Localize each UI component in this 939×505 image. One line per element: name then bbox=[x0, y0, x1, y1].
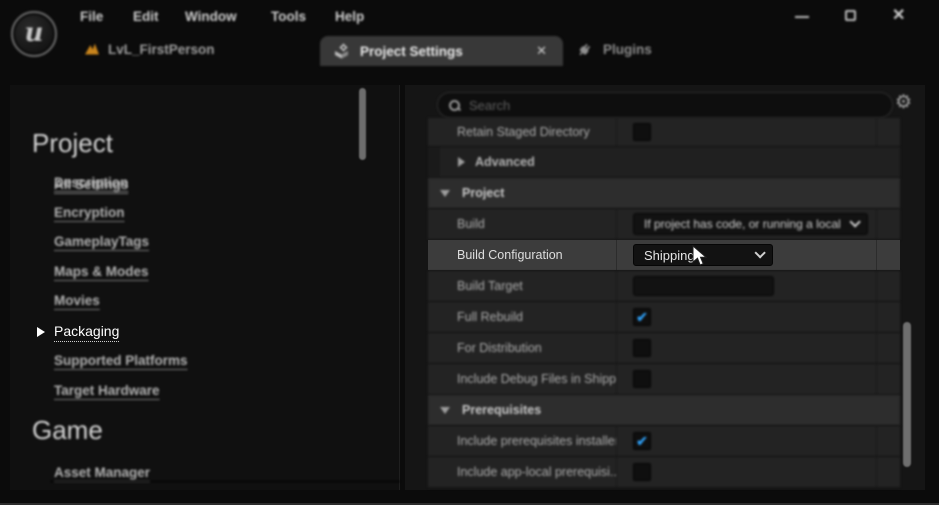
sidebar-item-maps-modes[interactable]: Maps & Modes bbox=[54, 264, 149, 279]
tab-project-settings[interactable]: Project Settings ✕ bbox=[320, 36, 563, 66]
sidebar-item-description[interactable]: Description bbox=[54, 175, 128, 190]
advanced-expand-arrow-icon[interactable] bbox=[458, 157, 465, 167]
section-header-label: Project bbox=[462, 186, 504, 200]
menu-tools[interactable]: Tools bbox=[271, 9, 306, 24]
row-label: Retain Staged Directory bbox=[428, 118, 617, 146]
settings-gear-icon[interactable]: ⚙ bbox=[895, 91, 912, 114]
search-input[interactable] bbox=[469, 98, 849, 113]
row-full-rebuild[interactable]: Full Rebuild ✔ bbox=[428, 302, 900, 333]
row-label: Include Debug Files in Shipp... bbox=[428, 364, 617, 394]
prereq-installer-checkbox[interactable]: ✔ bbox=[633, 432, 651, 450]
search-icon bbox=[449, 100, 460, 111]
maximize-button-icon[interactable] bbox=[845, 10, 856, 21]
tab-plugins[interactable]: Plugins bbox=[576, 40, 652, 58]
unreal-logo-icon[interactable]: u bbox=[11, 11, 57, 57]
plugins-tab-label: Plugins bbox=[603, 42, 652, 57]
row-build[interactable]: Build If project has code, or running a … bbox=[428, 209, 900, 240]
sidebar-divider bbox=[50, 480, 400, 483]
packaging-selected-arrow-icon bbox=[37, 327, 45, 337]
sidebar-item-target-hardware[interactable]: Target Hardware bbox=[54, 383, 160, 398]
search-bar[interactable] bbox=[437, 92, 893, 118]
row-for-distribution[interactable]: For Distribution bbox=[428, 333, 900, 364]
retain-staged-checkbox[interactable] bbox=[633, 123, 651, 141]
sidebar-item-asset-manager[interactable]: Asset Manager bbox=[54, 465, 150, 480]
for-distribution-checkbox[interactable] bbox=[633, 339, 651, 357]
sidebar-item-supported-platforms[interactable]: Supported Platforms bbox=[54, 353, 188, 368]
full-rebuild-checkbox[interactable]: ✔ bbox=[633, 308, 651, 326]
build-dropdown[interactable]: If project has code, or running a local bbox=[633, 213, 868, 235]
section-header-prerequisites[interactable]: Prerequisites bbox=[428, 395, 900, 426]
sidebar-item-encryption[interactable]: Encryption bbox=[54, 205, 125, 220]
row-label: Build bbox=[428, 209, 617, 239]
row-advanced-expander[interactable]: Advanced bbox=[428, 147, 900, 178]
menu-help[interactable]: Help bbox=[335, 9, 364, 24]
window-controls: ✕ bbox=[795, 8, 925, 28]
row-include-app-local-prerequisites[interactable]: Include app-local prerequisi... bbox=[428, 457, 900, 488]
settings-sidebar: All Settings Project Description Encrypt… bbox=[10, 85, 400, 490]
section-header-project[interactable]: Project bbox=[428, 178, 900, 209]
row-build-configuration[interactable]: Build Configuration Shipping bbox=[428, 240, 900, 271]
packaging-settings-panel: ⚙ Retain Staged Directory Advanced Proje… bbox=[405, 85, 925, 490]
mouse-cursor-icon bbox=[692, 245, 708, 267]
sidebar-heading-project: Project bbox=[32, 128, 113, 159]
row-include-prerequisites-installer[interactable]: Include prerequisites installer ✔ bbox=[428, 426, 900, 457]
project-settings-tab-label: Project Settings bbox=[360, 44, 463, 59]
collapse-arrow-icon[interactable] bbox=[440, 407, 450, 414]
row-label: Build Configuration bbox=[428, 240, 617, 270]
row-label: Build Target bbox=[428, 271, 617, 301]
chevron-down-icon bbox=[754, 247, 765, 258]
unreal-editor-window: u File Edit Window Tools Help ✕ LvL_Firs… bbox=[0, 0, 939, 505]
build-dropdown-value: If project has code, or running a local bbox=[644, 217, 841, 231]
row-label: Full Rebuild bbox=[428, 302, 617, 332]
project-settings-icon bbox=[333, 43, 350, 60]
close-window-icon[interactable]: ✕ bbox=[892, 5, 905, 25]
sidebar-item-packaging[interactable]: Packaging bbox=[54, 323, 119, 342]
row-label: For Distribution bbox=[428, 333, 617, 363]
sidebar-scrollbar[interactable] bbox=[359, 88, 366, 160]
chevron-down-icon bbox=[849, 216, 860, 227]
main-scrollbar[interactable] bbox=[903, 322, 911, 467]
include-debug-checkbox[interactable] bbox=[633, 370, 651, 388]
sidebar-item-movies[interactable]: Movies bbox=[54, 293, 100, 308]
tab-close-icon[interactable]: ✕ bbox=[536, 43, 547, 59]
row-label: Include prerequisites installer bbox=[428, 426, 617, 456]
minimize-button-icon[interactable] bbox=[795, 16, 809, 18]
sidebar-heading-game: Game bbox=[32, 415, 103, 446]
level-tab-label: LvL_FirstPerson bbox=[108, 42, 215, 57]
menu-window[interactable]: Window bbox=[185, 9, 237, 24]
sidebar-item-gameplaytags[interactable]: GameplayTags bbox=[54, 234, 149, 249]
row-build-target[interactable]: Build Target bbox=[428, 271, 900, 302]
plugins-icon bbox=[576, 41, 593, 58]
level-icon bbox=[85, 44, 99, 55]
collapse-arrow-icon[interactable] bbox=[440, 190, 450, 197]
build-configuration-value: Shipping bbox=[644, 248, 695, 263]
advanced-label: Advanced bbox=[475, 155, 535, 169]
menu-file[interactable]: File bbox=[80, 9, 103, 24]
build-target-input[interactable] bbox=[633, 276, 774, 296]
row-label: Include app-local prerequisi... bbox=[428, 457, 617, 487]
row-include-debug-files[interactable]: Include Debug Files in Shipp... bbox=[428, 364, 900, 395]
tab-level-lvl-firstperson[interactable]: LvL_FirstPerson bbox=[85, 40, 215, 58]
row-retain-staged-directory[interactable]: Retain Staged Directory bbox=[428, 118, 900, 147]
section-header-label: Prerequisites bbox=[462, 403, 541, 417]
app-local-prereq-checkbox[interactable] bbox=[633, 463, 651, 481]
menu-edit[interactable]: Edit bbox=[133, 9, 159, 24]
